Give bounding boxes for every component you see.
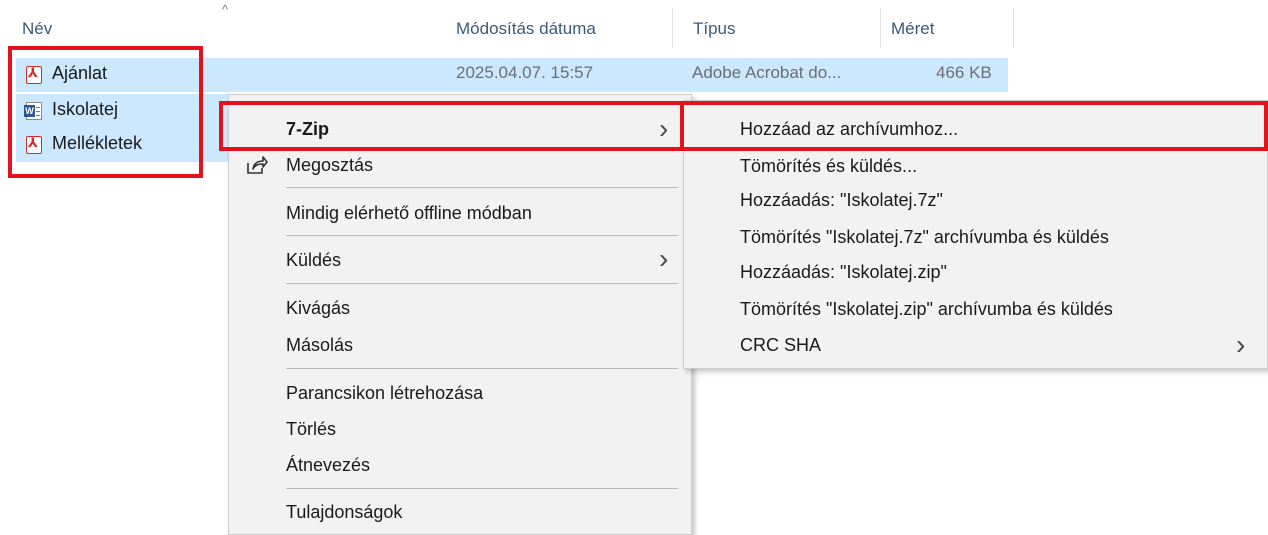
column-divider[interactable] xyxy=(880,8,881,48)
annotation-highlight-7zip xyxy=(219,101,684,151)
column-header-modified[interactable]: Módosítás dátuma xyxy=(456,0,596,46)
menu-item-share[interactable]: Megosztás xyxy=(286,155,373,176)
menu-separator xyxy=(286,488,678,489)
menu-item-copy[interactable]: Másolás xyxy=(286,335,353,356)
file-size: 466 KB xyxy=(936,63,992,82)
menu-separator xyxy=(286,283,678,284)
menu-item-delete[interactable]: Törlés xyxy=(286,419,336,440)
share-icon xyxy=(247,156,268,174)
submenu-item-compress-and-email[interactable]: Tömörítés és küldés... xyxy=(740,156,917,177)
menu-item-properties[interactable]: Tulajdonságok xyxy=(286,502,402,523)
column-header-size[interactable]: Méret xyxy=(891,0,934,46)
submenu-item-crc-sha[interactable]: CRC SHA xyxy=(740,335,821,356)
column-header-name[interactable]: Név xyxy=(22,0,52,46)
submenu-item-compress-7z-email[interactable]: Tömörítés "Iskolatej.7z" archívumba és k… xyxy=(740,227,1109,248)
submenu-item-add-zip[interactable]: Hozzáadás: "Iskolatej.zip" xyxy=(740,262,947,283)
menu-item-always-offline[interactable]: Mindig elérhető offline módban xyxy=(286,203,532,224)
annotation-highlight-add-to-archive xyxy=(680,101,1268,151)
menu-separator xyxy=(286,187,678,188)
submenu-item-add-7z[interactable]: Hozzáadás: "Iskolatej.7z" xyxy=(740,190,943,211)
chevron-right-icon: › xyxy=(659,243,669,274)
chevron-right-icon: › xyxy=(1236,329,1246,360)
sort-ascending-icon: ^ xyxy=(222,2,229,17)
menu-separator xyxy=(286,235,678,236)
annotation-highlight-files xyxy=(8,46,203,178)
menu-separator xyxy=(286,368,678,369)
column-header-type[interactable]: Típus xyxy=(693,0,736,46)
file-modified: 2025.04.07. 15:57 xyxy=(456,63,594,82)
context-menu: 7-Zip › Megosztás Mindig elérhető offlin… xyxy=(228,94,692,535)
submenu-item-compress-zip-email[interactable]: Tömörítés "Iskolatej.zip" archívumba és … xyxy=(740,299,1113,320)
file-type: Adobe Acrobat do... xyxy=(692,63,842,82)
column-divider[interactable] xyxy=(1013,8,1014,48)
menu-item-cut[interactable]: Kivágás xyxy=(286,298,350,319)
menu-item-send-to[interactable]: Küldés xyxy=(286,250,341,271)
menu-item-create-shortcut[interactable]: Parancsikon létrehozása xyxy=(286,383,483,404)
column-divider[interactable] xyxy=(672,8,673,48)
menu-item-rename[interactable]: Átnevezés xyxy=(286,455,370,476)
